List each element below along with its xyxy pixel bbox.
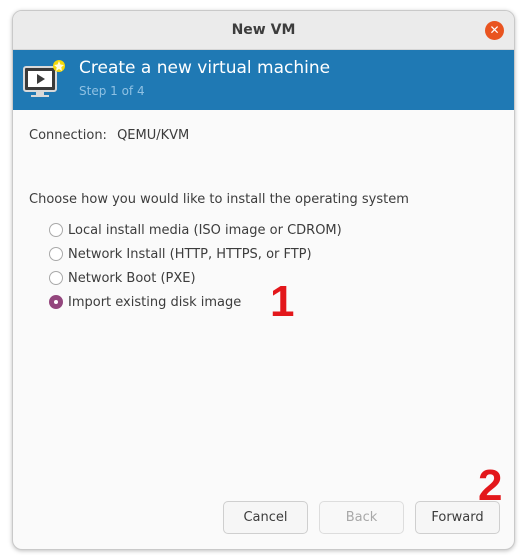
titlebar: New VM ✕: [13, 11, 514, 50]
window-title: New VM: [231, 22, 296, 38]
wizard-banner: Create a new virtual machine Step 1 of 4: [13, 50, 514, 110]
connection-row: Connection: QEMU/KVM: [29, 128, 189, 143]
radio-button[interactable]: [49, 247, 63, 261]
close-button[interactable]: ✕: [485, 21, 504, 40]
step-indicator: Step 1 of 4: [79, 84, 145, 98]
forward-button[interactable]: Forward: [415, 501, 500, 534]
radio-label: Network Install (HTTP, HTTPS, or FTP): [68, 246, 312, 262]
radio-local-install-media[interactable]: Local install media (ISO image or CDROM): [49, 218, 342, 242]
connection-value: QEMU/KVM: [117, 128, 190, 143]
banner-title: Create a new virtual machine: [79, 58, 331, 78]
connection-label: Connection:: [29, 128, 107, 143]
wizard-content: Connection: QEMU/KVM Choose how you woul…: [13, 110, 514, 549]
radio-button[interactable]: [49, 223, 63, 237]
new-vm-icon: [23, 60, 65, 97]
radio-network-install[interactable]: Network Install (HTTP, HTTPS, or FTP): [49, 242, 342, 266]
radio-label: Network Boot (PXE): [68, 270, 196, 286]
radio-button[interactable]: [49, 271, 63, 285]
annotation-number-1: 1: [270, 277, 295, 326]
radio-label: Local install media (ISO image or CDROM): [68, 222, 342, 238]
radio-label: Import existing disk image: [68, 294, 242, 310]
radio-import-disk-image[interactable]: Import existing disk image: [49, 290, 342, 314]
back-button[interactable]: Back: [319, 501, 404, 534]
close-icon: ✕: [489, 23, 500, 37]
radio-button-selected[interactable]: [49, 295, 63, 309]
install-method-radio-group: Local install media (ISO image or CDROM)…: [49, 218, 342, 314]
install-method-prompt: Choose how you would like to install the…: [29, 192, 409, 207]
new-vm-dialog: New VM ✕ Create a new virtual machine St…: [12, 10, 515, 550]
radio-network-boot[interactable]: Network Boot (PXE): [49, 266, 342, 290]
cancel-button[interactable]: Cancel: [223, 501, 308, 534]
